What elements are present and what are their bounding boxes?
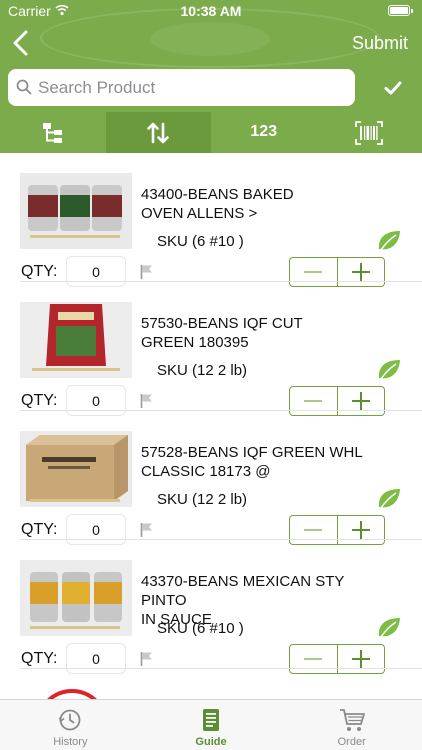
product-sku: SKU (6 #10 ) bbox=[157, 233, 244, 250]
status-time: 10:38 AM bbox=[180, 3, 242, 19]
increment-button[interactable] bbox=[336, 645, 385, 673]
product-name[interactable]: 57528-BEANS IQF GREEN WHL CLASSIC 18173 … bbox=[141, 443, 391, 481]
guide-icon bbox=[203, 709, 219, 731]
tab-label: Guide bbox=[195, 736, 227, 748]
qty-label: QTY: bbox=[21, 392, 58, 409]
search-icon bbox=[16, 79, 32, 95]
minus-icon bbox=[304, 658, 323, 660]
status-bar: Carrier 10:38 AM bbox=[0, 0, 422, 22]
cart-icon bbox=[339, 709, 365, 731]
confirm-search-button[interactable] bbox=[364, 69, 422, 109]
flag-icon[interactable] bbox=[140, 651, 153, 666]
plus-icon bbox=[351, 263, 370, 281]
barcode-icon bbox=[355, 120, 384, 145]
minus-icon bbox=[304, 400, 323, 402]
product-image bbox=[20, 431, 132, 507]
frozen-bag-photo bbox=[20, 302, 132, 378]
leaf-icon bbox=[378, 231, 400, 254]
leaf-icon bbox=[378, 489, 400, 512]
header-logo-watermark-inner bbox=[150, 22, 270, 56]
leaf-icon bbox=[378, 618, 400, 641]
minus-icon bbox=[304, 271, 323, 273]
hierarchy-icon bbox=[42, 122, 62, 143]
tab-label: Order bbox=[337, 736, 366, 748]
product-image bbox=[20, 173, 132, 249]
back-button[interactable] bbox=[8, 28, 36, 58]
history-icon bbox=[59, 709, 81, 731]
product-sku: SKU (6 #10 ) bbox=[157, 620, 244, 637]
product-name[interactable]: 57530-BEANS IQF CUT GREEN 180395 bbox=[141, 314, 391, 352]
qty-input[interactable] bbox=[66, 643, 126, 674]
plus-icon bbox=[351, 521, 370, 539]
minus-icon bbox=[304, 529, 323, 531]
flag-icon[interactable] bbox=[140, 264, 153, 279]
canned-pinto-photo bbox=[20, 560, 132, 636]
flag-icon[interactable] bbox=[140, 393, 153, 408]
qty-label: QTY: bbox=[21, 521, 58, 538]
cardboard-case-photo bbox=[20, 431, 132, 507]
tab-guide[interactable]: Guide bbox=[141, 700, 282, 750]
numeric-sort-label: 123 bbox=[250, 123, 278, 140]
canned-beans-photo bbox=[20, 173, 132, 249]
tab-bar: History Guide Order bbox=[0, 699, 422, 750]
sort-arrows-icon bbox=[147, 122, 170, 143]
submit-button[interactable]: Submit bbox=[352, 33, 408, 54]
qty-label: QTY: bbox=[21, 263, 58, 280]
category-tree-button[interactable] bbox=[0, 112, 106, 153]
product-name[interactable]: 43400-BEANS BAKED OVEN ALLENS > bbox=[141, 185, 391, 223]
product-row[interactable]: 43400-BEANS BAKED OVEN ALLENS > SKU (6 #… bbox=[0, 153, 422, 287]
product-row[interactable]: 57530-BEANS IQF CUT GREEN 180395 SKU (12… bbox=[0, 282, 422, 416]
sort-button[interactable] bbox=[105, 112, 211, 153]
product-sku: SKU (12 2 lb) bbox=[157, 362, 248, 379]
plus-icon bbox=[351, 650, 370, 668]
toolbar: 123 bbox=[0, 112, 422, 153]
numeric-sort-button[interactable]: 123 bbox=[211, 112, 317, 153]
leaf-icon bbox=[378, 360, 400, 383]
product-image bbox=[20, 302, 132, 378]
tab-order[interactable]: Order bbox=[281, 700, 422, 750]
battery-icon bbox=[388, 5, 413, 16]
search-input[interactable] bbox=[38, 69, 348, 106]
search-box[interactable] bbox=[8, 69, 355, 106]
plus-icon bbox=[351, 392, 370, 410]
checkmark-icon bbox=[384, 81, 402, 95]
flag-icon[interactable] bbox=[140, 522, 153, 537]
product-row[interactable]: 57528-BEANS IQF GREEN WHL CLASSIC 18173 … bbox=[0, 411, 422, 545]
tab-history[interactable]: History bbox=[0, 700, 141, 750]
decrement-button[interactable] bbox=[290, 645, 337, 673]
chevron-left-icon bbox=[13, 30, 28, 56]
product-row[interactable]: 43370-BEANS MEXICAN STY PINTO IN SAUCE S… bbox=[0, 540, 422, 674]
qty-label: QTY: bbox=[21, 650, 58, 667]
quantity-stepper[interactable] bbox=[289, 644, 385, 674]
barcode-scan-button[interactable] bbox=[316, 112, 422, 153]
header-bar: Carrier 10:38 AM Submit Search Product 1… bbox=[0, 0, 422, 153]
product-list[interactable]: 43400-BEANS BAKED OVEN ALLENS > SKU (6 #… bbox=[0, 153, 422, 700]
product-image bbox=[20, 560, 132, 636]
product-sku: SKU (12 2 lb) bbox=[157, 491, 248, 508]
tab-label: History bbox=[53, 736, 88, 748]
